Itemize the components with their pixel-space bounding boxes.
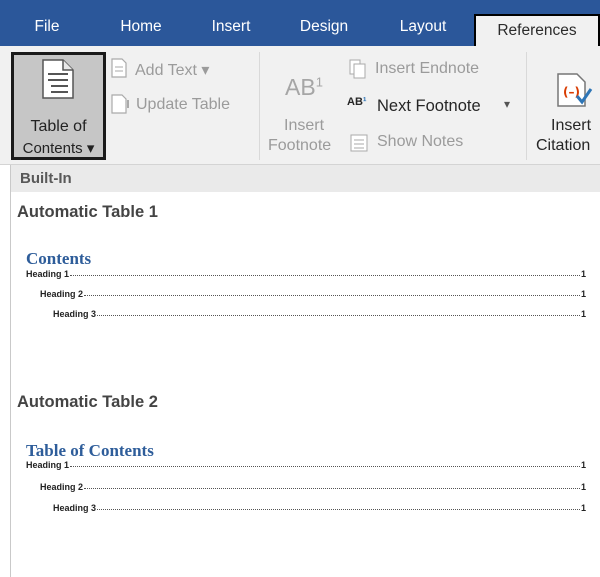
tab-home[interactable]: Home: [108, 12, 174, 46]
built-in-header: Built-In: [11, 165, 600, 192]
insert-citation-label-2[interactable]: Citation: [536, 137, 590, 155]
toc-preview-heading: Contents: [26, 249, 92, 268]
tab-references[interactable]: References: [474, 14, 600, 48]
automatic-table-2-option[interactable]: Automatic Table 2 Table of Contents Head…: [11, 383, 600, 573]
toc-preview-line: Heading 31: [53, 309, 586, 319]
toc-preview-line: Heading 21: [40, 289, 586, 299]
show-notes-button[interactable]: Show Notes: [377, 133, 463, 151]
insert-citation-label-1[interactable]: Insert: [551, 117, 591, 135]
next-footnote-button[interactable]: Next Footnote: [377, 97, 481, 116]
insert-endnote-button[interactable]: Insert Endnote: [375, 60, 479, 78]
insert-footnote-label-1[interactable]: Insert: [284, 117, 324, 135]
ribbon-tab-bar: File Home Insert Design Layout Reference…: [0, 0, 600, 48]
toc-label-line1: Table of: [30, 118, 87, 135]
automatic-table-2-title: Automatic Table 2: [17, 393, 158, 411]
add-text-button[interactable]: Add Text ▾: [135, 60, 209, 80]
toc-preview-line: Heading 11: [26, 460, 586, 470]
group-divider: [526, 52, 527, 160]
tab-file[interactable]: File: [18, 12, 76, 46]
toc-preview-line: Heading 11: [26, 269, 586, 279]
tab-layout[interactable]: Layout: [384, 12, 462, 46]
tab-insert[interactable]: Insert: [198, 12, 264, 46]
update-table-icon: [111, 94, 129, 114]
next-footnote-icon: AB¹: [347, 96, 367, 108]
toc-preview-line: Heading 31: [53, 503, 586, 513]
automatic-table-1-option[interactable]: Automatic Table 1 Contents Heading 11 He…: [11, 193, 600, 383]
tab-design[interactable]: Design: [286, 12, 362, 46]
next-footnote-dropdown-icon[interactable]: ▾: [504, 97, 510, 111]
table-of-contents-icon: [42, 59, 74, 99]
toc-preview-line: Heading 21: [40, 482, 586, 492]
group-divider: [259, 52, 260, 160]
footnote-ab-icon: AB1: [285, 74, 323, 100]
show-notes-icon: [350, 134, 368, 152]
toc-gallery-dropdown: Built-In Automatic Table 1 Contents Head…: [10, 165, 600, 577]
toc-label-line2: Contents ▾: [22, 140, 95, 157]
insert-citation-icon: (–): [557, 73, 593, 107]
update-table-button[interactable]: Update Table: [136, 96, 230, 114]
insert-endnote-icon: [349, 59, 366, 79]
automatic-table-1-title: Automatic Table 1: [17, 203, 158, 221]
table-of-contents-button[interactable]: Table of Contents ▾: [11, 52, 106, 160]
add-text-icon: [111, 58, 127, 78]
insert-footnote-label-2[interactable]: Footnote: [268, 137, 331, 155]
